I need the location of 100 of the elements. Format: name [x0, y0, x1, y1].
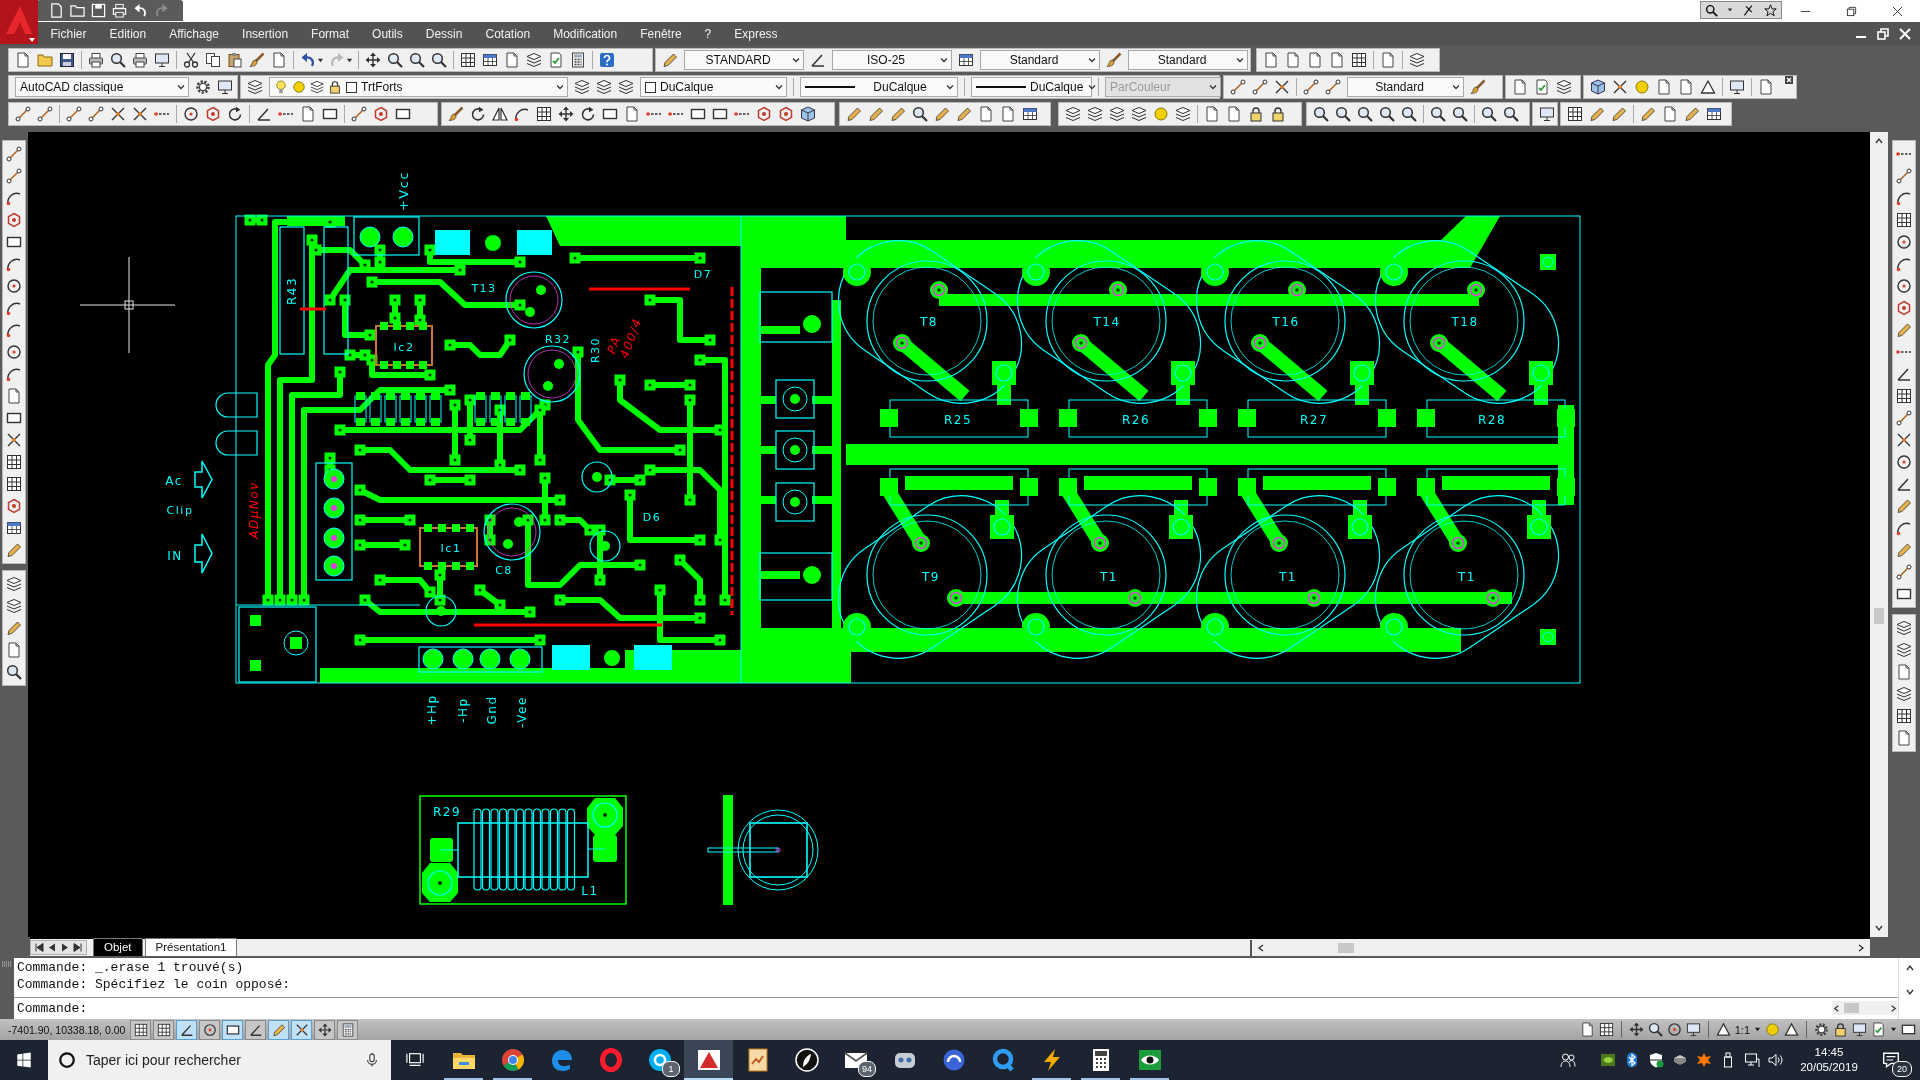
line-segment-icon[interactable]: [6, 168, 22, 184]
triangle-icon[interactable]: [1700, 79, 1716, 95]
page-icon[interactable]: [1758, 79, 1774, 95]
scroll-thumb[interactable]: [1338, 942, 1354, 953]
page-icon[interactable]: [6, 388, 22, 404]
pencil-icon[interactable]: [956, 106, 972, 122]
line-segment-icon[interactable]: [1303, 79, 1319, 95]
menu-item[interactable]: Cotation: [473, 22, 542, 46]
curved-arrow-icon[interactable]: [300, 52, 316, 68]
cross-icon[interactable]: [132, 106, 148, 122]
pencil-icon[interactable]: [1640, 106, 1656, 122]
page-icon[interactable]: [1896, 664, 1912, 680]
stacked-layers-icon[interactable]: [574, 79, 590, 95]
arc-icon[interactable]: [1896, 256, 1912, 272]
pencil-icon[interactable]: [662, 52, 678, 68]
chevron-down-icon[interactable]: [1235, 55, 1245, 65]
cross-icon[interactable]: [1741, 3, 1755, 17]
menu-item[interactable]: Outils: [360, 22, 415, 46]
checked-page-icon[interactable]: [1534, 79, 1550, 95]
magnifier-icon[interactable]: [912, 106, 928, 122]
text-style-dropdown[interactable]: STANDARD: [684, 50, 804, 70]
circle-icon[interactable]: [1666, 1022, 1682, 1037]
table-icon[interactable]: [1706, 106, 1722, 122]
stacked-layers-icon[interactable]: [1087, 106, 1103, 122]
monitor-icon[interactable]: [217, 79, 233, 95]
help-icon[interactable]: [599, 52, 615, 68]
magnifier-icon[interactable]: [1452, 106, 1468, 122]
search-field[interactable]: Taper ici pour rechercher: [86, 1048, 365, 1072]
monitor-icon[interactable]: [1852, 1022, 1867, 1037]
magnifier-icon[interactable]: [6, 664, 22, 680]
menu-item[interactable]: Affichage: [157, 22, 231, 46]
grid-icon[interactable]: [6, 454, 22, 470]
stacked-layers-icon[interactable]: [1409, 52, 1425, 68]
stacked-layers-icon[interactable]: [1065, 106, 1081, 122]
chevron-down-icon[interactable]: [774, 82, 784, 92]
grid-icon[interactable]: [1896, 708, 1912, 724]
right-arrow-icon[interactable]: [60, 942, 70, 953]
pencil-icon[interactable]: [934, 106, 950, 122]
menu-item[interactable]: Express: [722, 22, 790, 46]
stacked-layers-icon[interactable]: [1896, 620, 1912, 636]
clock-time[interactable]: 14:45: [1814, 1045, 1844, 1060]
scroll-thumb[interactable]: [1844, 1003, 1859, 1013]
pencil-icon[interactable]: [6, 542, 22, 558]
arc-icon[interactable]: [514, 106, 530, 122]
chevron-down-icon[interactable]: [555, 82, 565, 92]
magnifier-icon[interactable]: [1379, 106, 1395, 122]
scissors-icon[interactable]: [183, 52, 199, 68]
magnifier-icon[interactable]: [1357, 106, 1373, 122]
page-icon[interactable]: [1512, 79, 1528, 95]
line-segment-icon[interactable]: [66, 106, 82, 122]
stacked-frames-icon[interactable]: [406, 1051, 424, 1069]
magnifier-icon[interactable]: [1430, 106, 1446, 122]
hexagon-icon[interactable]: [6, 498, 22, 514]
page-icon[interactable]: [1329, 52, 1345, 68]
arc-icon[interactable]: [6, 190, 22, 206]
monitor-icon[interactable]: [1685, 1022, 1701, 1037]
line-segment-icon[interactable]: [1896, 564, 1912, 580]
drafting-toggle[interactable]: [268, 1019, 290, 1040]
cross-icon[interactable]: [1274, 79, 1290, 95]
hexagon-icon[interactable]: [1896, 300, 1912, 316]
magnifier-icon[interactable]: [1481, 106, 1497, 122]
page-icon[interactable]: [1263, 52, 1279, 68]
stacked-layers-icon[interactable]: [596, 79, 612, 95]
paintbrush-icon[interactable]: [249, 52, 265, 68]
cube-icon[interactable]: [1590, 79, 1606, 95]
arc-icon[interactable]: [1896, 520, 1912, 536]
circle-icon[interactable]: [1896, 278, 1912, 294]
left-arrow-icon[interactable]: [47, 942, 57, 953]
taskbar-button[interactable]: [684, 1040, 733, 1080]
bluetooth-icon[interactable]: [1624, 1052, 1640, 1068]
stacked-layers-icon[interactable]: [247, 79, 263, 95]
sun-icon[interactable]: [1153, 106, 1169, 122]
search-icon[interactable]: [1705, 3, 1719, 17]
page-icon[interactable]: [300, 106, 316, 122]
stacked-layers-icon[interactable]: [6, 598, 22, 614]
triangle-icon[interactable]: [1784, 1022, 1799, 1037]
settings-icon[interactable]: [1814, 1022, 1829, 1037]
drafting-toggle[interactable]: [199, 1019, 221, 1040]
cross-icon[interactable]: [6, 432, 22, 448]
caret-icon[interactable]: [1727, 7, 1734, 13]
circle-icon[interactable]: [6, 278, 22, 294]
grid-icon[interactable]: [536, 106, 552, 122]
four-way-arrow-icon[interactable]: [365, 52, 381, 68]
line-segment-icon[interactable]: [1230, 79, 1246, 95]
star-icon[interactable]: [1696, 1052, 1712, 1068]
pencil-icon[interactable]: [1896, 322, 1912, 338]
pencil-icon[interactable]: [846, 106, 862, 122]
angle-icon[interactable]: [1896, 476, 1912, 492]
drafting-toggle[interactable]: [291, 1019, 313, 1040]
lock-icon[interactable]: [1833, 1022, 1848, 1037]
page-icon[interactable]: [1678, 79, 1694, 95]
checked-page-icon[interactable]: [548, 52, 564, 68]
stacked-layers-icon[interactable]: [6, 576, 22, 592]
menu-item[interactable]: Edition: [98, 22, 158, 46]
stacked-layers-icon[interactable]: [618, 79, 634, 95]
people-icon[interactable]: [1560, 1052, 1576, 1068]
printer-icon[interactable]: [112, 3, 127, 18]
layout-tab[interactable]: Objet: [93, 938, 143, 956]
page-icon[interactable]: [49, 3, 64, 18]
color-dropdown[interactable]: DuCalque: [640, 77, 787, 97]
